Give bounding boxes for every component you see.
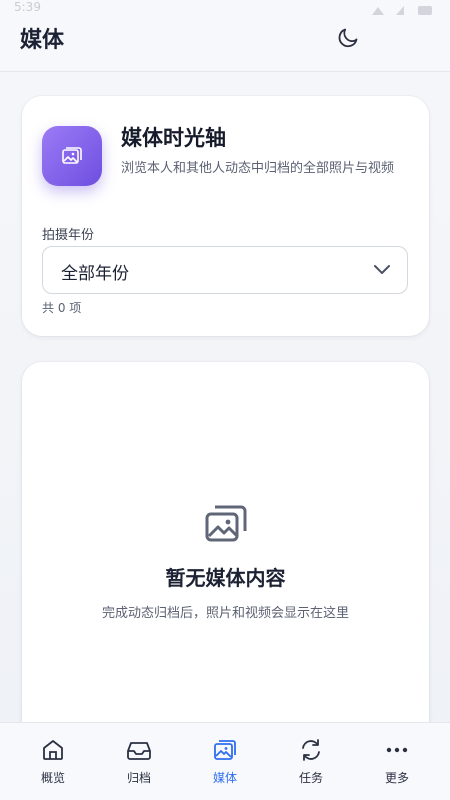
media-screen: 媒体 5:39 媒体时光轴 浏览本人和其他人动态中归档的全部照片与视频 拍摄年份… [0,0,450,800]
card-description: 浏览本人和其他人动态中归档的全部照片与视频 [121,161,395,176]
empty-subtitle: 完成动态归档后，照片和视频会显示在这里 [101,606,349,621]
nav-item-archive[interactable]: 归档 [99,733,179,793]
nav-label: 概览 [40,771,65,785]
images-icon [205,505,247,542]
nav-label: 任务 [298,771,323,785]
chevron-down-icon [374,265,390,274]
nav-label: 媒体 [212,771,237,785]
nav-item-overview[interactable]: 概览 [13,733,93,793]
status-bar: 5:39 [0,0,450,22]
nav-item-media[interactable]: 媒体 [185,733,265,793]
year-select[interactable]: 全部年份 [42,246,408,294]
year-filter-label: 拍摄年份 [42,228,95,243]
image-icon [62,147,82,164]
nav-label: 归档 [126,771,151,785]
year-select-value: 全部年份 [61,264,129,284]
inbox-icon [127,742,151,760]
moon-icon [338,28,358,48]
home-icon [43,740,63,760]
media-list-card: 暂无媒体内容 完成动态归档后，照片和视频会显示在这里 [22,362,429,782]
card-title: 媒体时光轴 [121,126,226,150]
bottom-nav: 概览 归档 媒体 任务 更多 [0,722,450,800]
more-icon [386,747,408,753]
status-time: 5:39 [14,0,41,14]
theme-toggle-button[interactable] [336,22,364,50]
sync-icon [302,739,320,761]
image-icon [214,740,236,760]
nav-label: 更多 [384,771,409,785]
media-timeline-card: 媒体时光轴 浏览本人和其他人动态中归档的全部照片与视频 拍摄年份 全部年份 共 … [22,96,429,336]
signal-icon [372,6,432,15]
nav-item-more[interactable]: 更多 [357,733,437,793]
empty-title: 暂无媒体内容 [165,566,286,590]
media-app-icon [42,126,102,186]
nav-item-tasks[interactable]: 任务 [271,733,351,793]
item-count: 共 0 项 [42,301,82,315]
page-title: 媒体 [20,28,65,53]
